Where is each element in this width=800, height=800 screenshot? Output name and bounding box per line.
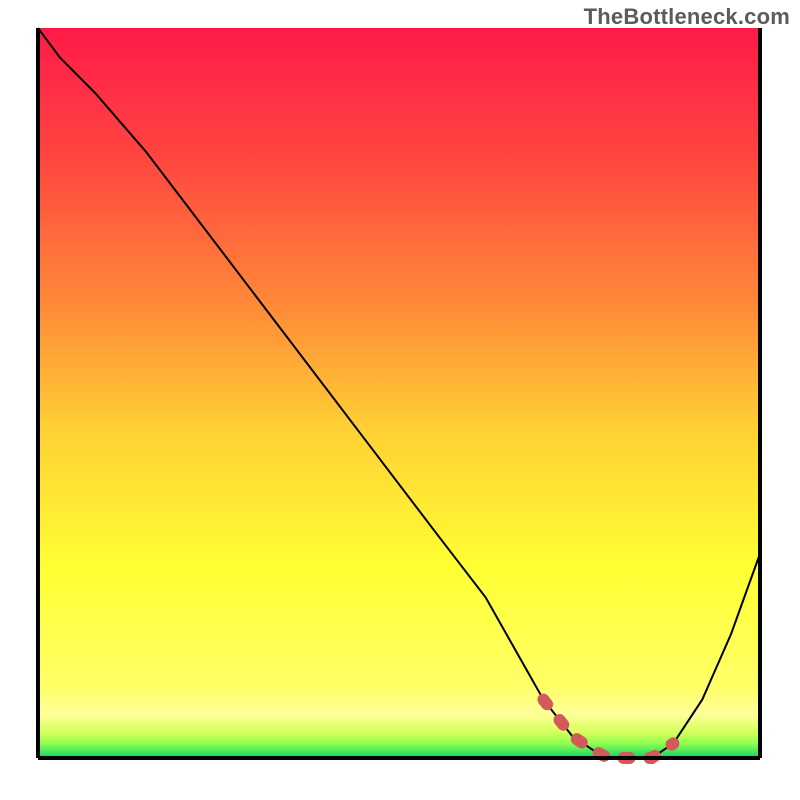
chart-container: { "watermark": "TheBottleneck.com", "plo… xyxy=(0,0,800,800)
plot-background xyxy=(38,28,760,758)
watermark-text: TheBottleneck.com xyxy=(584,4,790,30)
chart-svg xyxy=(0,0,800,800)
